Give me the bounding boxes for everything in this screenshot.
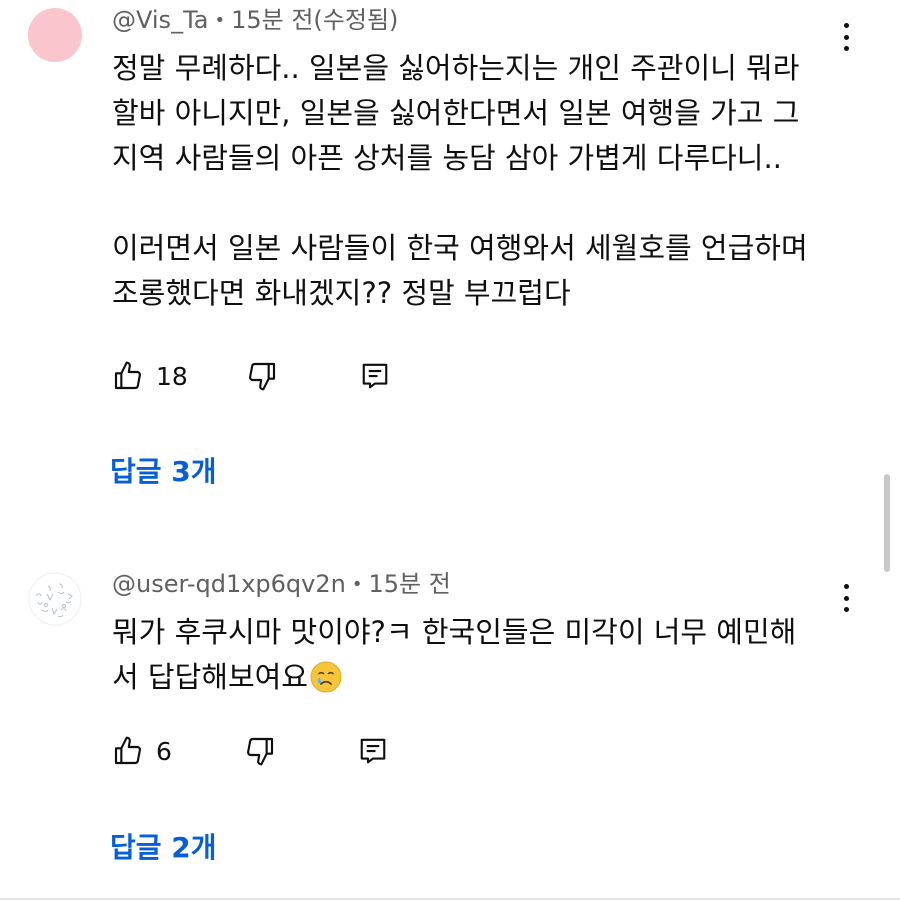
comment-text: 뭐가 후쿠시마 맛이야?ㅋ 한국인들은 미각이 너무 예민해 서 답답해보여요 bbox=[112, 610, 852, 700]
meta-separator: • bbox=[214, 10, 226, 31]
reply-comment-icon bbox=[360, 738, 386, 764]
comment-actions: 6 bbox=[112, 731, 388, 771]
dislike-button[interactable] bbox=[244, 735, 276, 767]
comment-meta: @user-qd1xp6qv2n • 15분 전 bbox=[112, 569, 451, 602]
comment-line: 서 답답해보여요 bbox=[112, 655, 852, 700]
reply-button[interactable] bbox=[358, 736, 388, 766]
thumbs-down-icon bbox=[246, 737, 273, 766]
dislike-button[interactable] bbox=[246, 360, 278, 392]
comment-line-blank bbox=[112, 181, 852, 226]
comment-time: 15분 전(수정됨) bbox=[231, 6, 399, 34]
comment-text: 정말 무례하다.. 일본을 싫어하는지는 개인 주관이니 뭐라 할바 아니지만,… bbox=[112, 46, 852, 316]
avatar[interactable] bbox=[28, 572, 82, 626]
comment-line: 지역 사람들의 아픈 상처를 농담 삼아 가볍게 다루다니.. bbox=[112, 141, 782, 175]
like-count: 18 bbox=[156, 361, 188, 391]
meta-separator: • bbox=[351, 574, 363, 595]
comment-line-text: 서 답답해보여요 bbox=[112, 660, 308, 694]
thumbs-up-icon bbox=[114, 736, 141, 765]
like-button[interactable]: 6 bbox=[112, 735, 172, 767]
comment-actions: 18 bbox=[112, 356, 390, 396]
comment-line: 정말 무례하다.. 일본을 싫어하는지는 개인 주관이니 뭐라 bbox=[112, 51, 800, 85]
avatar[interactable] bbox=[28, 8, 82, 62]
like-button[interactable]: 18 bbox=[112, 360, 188, 392]
comment-line: 이러면서 일본 사람들이 한국 여행와서 세월호를 언급하며 bbox=[112, 231, 808, 265]
thumbs-down-icon bbox=[248, 362, 275, 391]
comment-line: 조롱했다면 화내겠지?? 정말 부끄럽다 bbox=[112, 276, 571, 310]
divider bbox=[0, 898, 900, 900]
view-replies-button[interactable]: 답글 2개 bbox=[110, 828, 217, 868]
comment-meta: @Vis_Ta • 15분 전(수정됨) bbox=[112, 5, 398, 38]
author-name[interactable]: @user-qd1xp6qv2n bbox=[112, 570, 346, 598]
reply-comment-icon bbox=[362, 363, 388, 389]
comment-line: 뭐가 후쿠시마 맛이야?ㅋ 한국인들은 미각이 너무 예민해 bbox=[112, 615, 797, 649]
view-replies-button[interactable]: 답글 3개 bbox=[110, 452, 217, 492]
comment-time: 15분 전 bbox=[368, 570, 451, 598]
comment-line: 할바 아니지만, 일본을 싫어한다면서 일본 여행을 가고 그 bbox=[112, 96, 800, 130]
author-name[interactable]: @Vis_Ta bbox=[112, 6, 208, 34]
scrollbar[interactable] bbox=[884, 474, 890, 572]
like-count: 6 bbox=[156, 736, 172, 766]
thumbs-up-icon bbox=[114, 361, 141, 390]
comments-page: @Vis_Ta • 15분 전(수정됨) 정말 무례하다.. 일본을 싫어하는지는 … bbox=[0, 0, 900, 908]
reply-button[interactable] bbox=[360, 361, 390, 391]
doodle-avatar-icon bbox=[28, 572, 82, 626]
crying-face-emoji bbox=[310, 661, 342, 693]
